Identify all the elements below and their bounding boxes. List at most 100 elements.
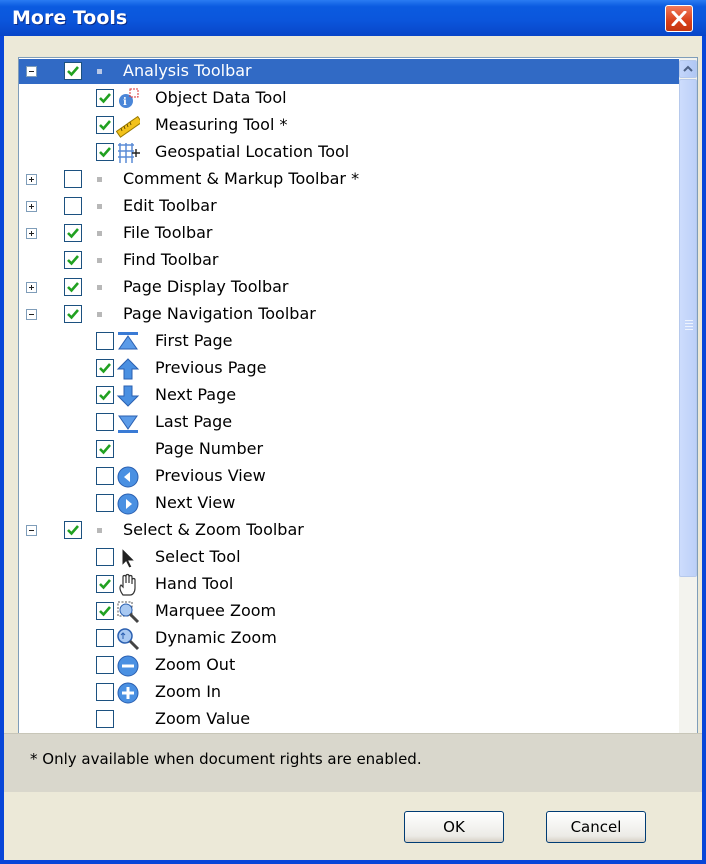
tree-item-label: Select & Zoom Toolbar [123,520,304,539]
previous-view-icon [116,465,140,489]
tree-item-zoom-out[interactable]: Zoom Out [19,652,679,679]
bullet-icon [97,231,102,236]
tree-item-label: Find Toolbar [123,250,219,269]
checkbox[interactable] [96,575,114,593]
checkbox[interactable] [96,116,114,134]
tree-item-label: Zoom Out [155,655,236,674]
tree-item-next-page[interactable]: Next Page [19,382,679,409]
last-page-icon [116,411,140,435]
close-icon [671,11,687,26]
checkbox[interactable] [96,440,114,458]
ok-button[interactable]: OK [404,811,504,843]
tree-item-hand-tool[interactable]: Hand Tool [19,571,679,598]
tree-item-object-data-tool[interactable]: i Object Data Tool [19,85,679,112]
checkbox[interactable] [96,602,114,620]
tree-item-label: Analysis Toolbar [123,61,252,80]
checkbox[interactable] [96,710,114,728]
cancel-button[interactable]: Cancel [546,811,646,843]
tree-item-file-toolbar[interactable]: File Toolbar [19,220,679,247]
tree-item-geospatial-location-tool[interactable]: Geospatial Location Tool [19,139,679,166]
tree-item-previous-view[interactable]: Previous View [19,463,679,490]
tree-item-last-page[interactable]: Last Page [19,409,679,436]
tree-item-label: Marquee Zoom [155,601,277,620]
checkbox[interactable] [96,386,114,404]
checkbox[interactable] [96,629,114,647]
tree-item-label: Page Display Toolbar [123,277,289,296]
checkbox[interactable] [64,521,82,539]
tree-item-select-zoom-toolbar[interactable]: Select & Zoom Toolbar [19,517,679,544]
expand-toggle[interactable] [26,201,37,212]
close-button[interactable] [665,5,693,32]
checkbox[interactable] [96,656,114,674]
next-view-icon [116,492,140,516]
collapse-toggle[interactable] [26,66,37,77]
arrow-cursor-icon [116,546,140,570]
tree-item-measuring-tool[interactable]: Measuring Tool * [19,112,679,139]
tree-item-label: Previous Page [155,358,267,377]
tree-item-marquee-zoom[interactable]: Marquee Zoom [19,598,679,625]
tree-item-previous-page[interactable]: Previous Page [19,355,679,382]
title-bar[interactable]: More Tools [0,0,706,36]
footnote-band: * Only available when document rights ar… [4,733,702,792]
checkbox[interactable] [96,494,114,512]
checkbox[interactable] [96,143,114,161]
tree-item-zoom-in[interactable]: Zoom In [19,679,679,706]
checkbox[interactable] [96,413,114,431]
tree-item-edit-toolbar[interactable]: Edit Toolbar [19,193,679,220]
tree-item-label: Last Page [155,412,233,431]
checkbox[interactable] [64,224,82,242]
tree-item-page-number[interactable]: Page Number [19,436,679,463]
expand-toggle[interactable] [26,282,37,293]
checkbox[interactable] [64,305,82,323]
previous-page-icon [116,357,140,381]
tree-item-next-view[interactable]: Next View [19,490,679,517]
checkbox[interactable] [64,170,82,188]
tree-item-label: Zoom In [155,682,222,701]
bullet-icon [97,69,102,74]
expand-toggle[interactable] [26,174,37,185]
tree-item-page-display-toolbar[interactable]: Page Display Toolbar [19,274,679,301]
tree-item-label: Previous View [155,466,266,485]
tree-item-select-tool[interactable]: Select Tool [19,544,679,571]
expand-toggle[interactable] [26,228,37,239]
tree-item-label: Next View [155,493,236,512]
tree-item-find-toolbar[interactable]: Find Toolbar [19,247,679,274]
checkbox[interactable] [96,359,114,377]
bullet-icon [97,258,102,263]
zoom-out-icon [116,654,140,678]
tree-item-analysis-toolbar[interactable]: Analysis Toolbar [19,58,679,85]
checkbox[interactable] [64,278,82,296]
geospatial-grid-icon [116,141,140,165]
collapse-toggle[interactable] [26,309,37,320]
tree-item-page-navigation-toolbar[interactable]: Page Navigation Toolbar [19,301,679,328]
checkbox[interactable] [96,548,114,566]
collapse-toggle[interactable] [26,525,37,536]
tree-item-zoom-value[interactable]: Zoom Value [19,706,679,733]
dynamic-zoom-icon [116,627,140,651]
tools-tree[interactable]: Analysis Toolbar i Object Data Tool Measuri… [18,57,698,770]
tree-item-comment-markup-toolbar[interactable]: Comment & Markup Toolbar * [19,166,679,193]
first-page-icon [116,330,140,354]
tree-item-label: Dynamic Zoom [155,628,277,647]
checkbox[interactable] [64,251,82,269]
bullet-icon [97,204,102,209]
checkbox[interactable] [64,197,82,215]
scroll-thumb[interactable] [679,79,697,577]
checkbox[interactable] [96,683,114,701]
tree-item-first-page[interactable]: First Page [19,328,679,355]
checkbox[interactable] [96,332,114,350]
tree-item-label: First Page [155,331,233,350]
scroll-up-button[interactable] [679,60,697,78]
tree-item-dynamic-zoom[interactable]: Dynamic Zoom [19,625,679,652]
checkbox[interactable] [96,89,114,107]
tree-item-label: Hand Tool [155,574,234,593]
bullet-icon [97,528,102,533]
footnote-text: * Only available when document rights ar… [30,750,422,768]
ruler-icon [115,114,143,138]
tree-item-label: Measuring Tool * [155,115,288,134]
vertical-scrollbar[interactable] [679,58,697,769]
tree-item-label: Object Data Tool [155,88,287,107]
checkbox[interactable] [96,467,114,485]
checkbox[interactable] [64,62,82,80]
tree-item-label: Edit Toolbar [123,196,217,215]
